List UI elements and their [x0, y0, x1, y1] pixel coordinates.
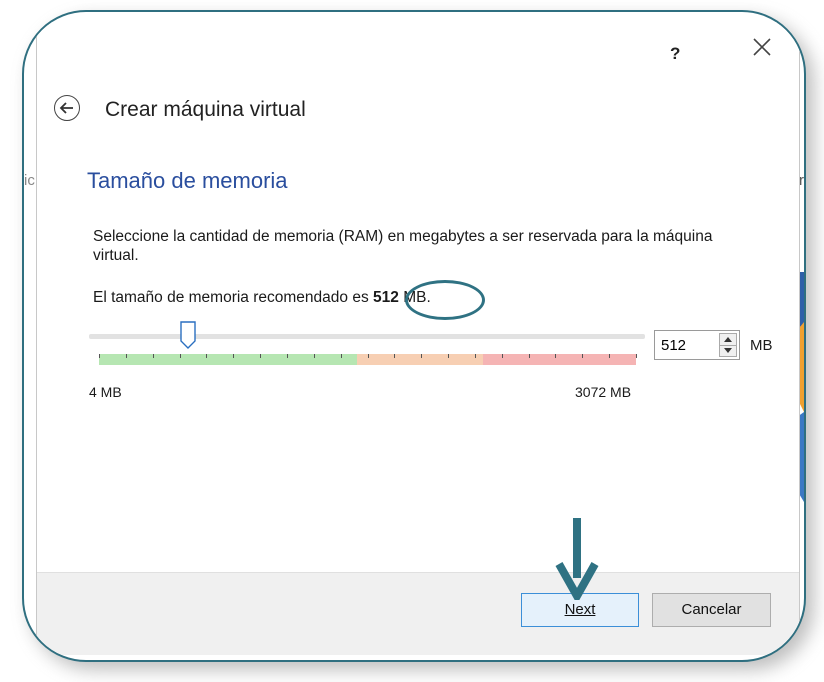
scale-tick	[394, 354, 396, 358]
back-button[interactable]	[54, 95, 80, 121]
recommended-value: 512	[373, 289, 399, 306]
spin-buttons	[719, 333, 737, 357]
description-text: Seleccione la cantidad de memoria (RAM) …	[93, 228, 713, 264]
scale-tick	[636, 354, 637, 358]
scale-tick	[367, 354, 369, 358]
screenshot-frame: ic ar ? Crear máquina virtual Tamaño de …	[22, 10, 806, 662]
close-icon	[753, 38, 771, 56]
scale-tick	[206, 354, 208, 358]
scale-tick	[582, 354, 584, 358]
next-button-label: Next	[564, 601, 596, 618]
dialog-footer: Next Cancelar	[37, 572, 799, 655]
zone-green	[99, 354, 357, 365]
memory-unit-label: MB	[750, 337, 773, 354]
scale-tick	[609, 354, 611, 358]
zone-orange	[356, 354, 483, 365]
back-arrow-icon	[59, 102, 73, 114]
scale-tick	[340, 354, 342, 358]
scale-tick	[421, 354, 423, 358]
close-button[interactable]	[752, 37, 772, 62]
scale-tick	[474, 354, 476, 358]
scale-tick	[286, 354, 288, 358]
memory-input[interactable]	[655, 331, 717, 359]
callout-circle	[405, 280, 485, 320]
recommended-memory-text: El tamaño de memoria recomendado es 512 …	[93, 289, 431, 307]
scale-tick	[179, 354, 181, 358]
create-vm-dialog: ? Crear máquina virtual Tamaño de memori…	[36, 22, 800, 655]
scale-tick	[152, 354, 154, 358]
wizard-title: Crear máquina virtual	[105, 98, 306, 121]
help-button[interactable]: ?	[670, 44, 680, 64]
spin-down-icon[interactable]	[720, 345, 736, 356]
page-title: Tamaño de memoria	[87, 168, 288, 193]
recommend-prefix: El tamaño de memoria recomendado es	[93, 289, 374, 306]
scale-tick	[125, 354, 127, 358]
down-arrow-annotation-icon	[555, 518, 599, 600]
scale-tick	[528, 354, 530, 358]
memory-slider-handle[interactable]	[180, 321, 196, 349]
scale-tick	[233, 354, 235, 358]
scale-tick	[448, 354, 450, 358]
slider-max-label: 3072 MB	[575, 384, 632, 400]
scale-tick	[99, 354, 100, 358]
memory-spinbox[interactable]	[654, 330, 740, 360]
scale-tick	[260, 354, 262, 358]
background-window-fragment-left: ic	[24, 172, 35, 189]
slider-min-label: 4 MB	[89, 384, 122, 400]
scale-tick	[555, 354, 557, 358]
title-bar: ?	[37, 22, 799, 84]
spin-up-icon[interactable]	[720, 334, 736, 345]
zone-red	[482, 354, 636, 365]
scale-tick	[501, 354, 503, 358]
scale-tick	[313, 354, 315, 358]
memory-zone-scale	[99, 354, 637, 365]
memory-slider-track[interactable]	[89, 334, 645, 339]
cancel-button[interactable]: Cancelar	[652, 593, 771, 627]
